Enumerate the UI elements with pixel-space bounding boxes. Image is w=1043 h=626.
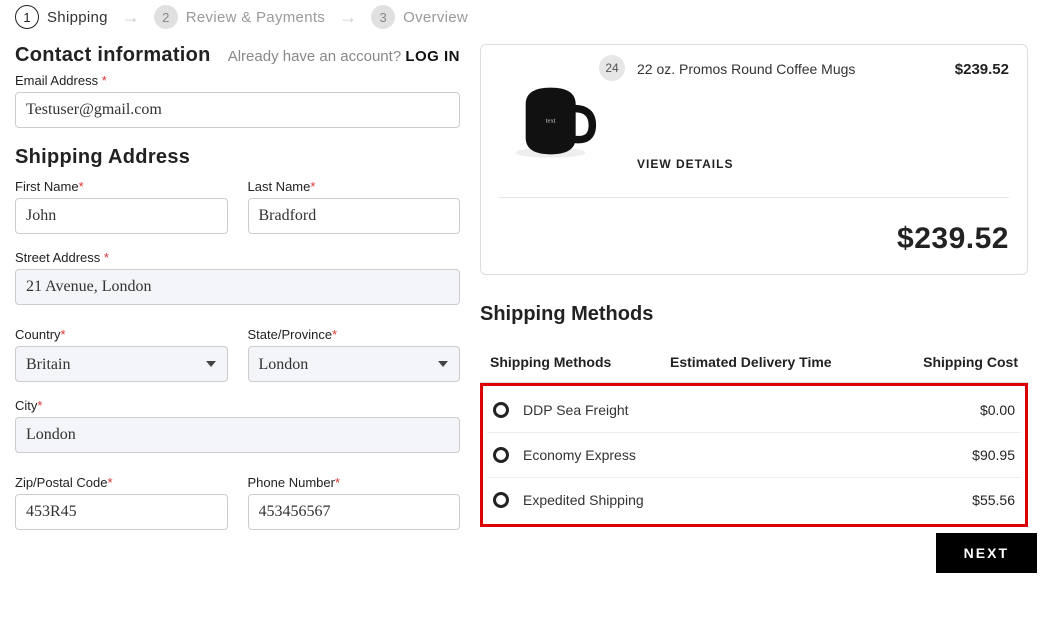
email-field[interactable] <box>15 92 460 128</box>
email-label: Email Address * <box>15 73 460 88</box>
next-button[interactable]: NEXT <box>936 533 1037 573</box>
product-name: 22 oz. Promos Round Coffee Mugs <box>637 61 855 78</box>
step-number: 2 <box>154 5 178 29</box>
shipping-option-cost: $90.95 <box>915 447 1015 463</box>
street-address-field[interactable] <box>15 269 460 305</box>
last-name-label: Last Name* <box>248 179 461 194</box>
first-name-label: First Name* <box>15 179 228 194</box>
step-review-payments[interactable]: 2 Review & Payments <box>154 5 325 29</box>
radio-icon[interactable] <box>493 492 509 508</box>
city-field[interactable] <box>15 417 460 453</box>
shipping-option-name: Expedited Shipping <box>523 492 765 508</box>
shipping-option-row[interactable]: DDP Sea Freight $0.00 <box>487 388 1021 433</box>
arrow-icon: → <box>122 7 140 28</box>
arrow-icon: → <box>339 7 357 28</box>
shipping-option-name: DDP Sea Freight <box>523 402 765 418</box>
step-shipping[interactable]: 1 Shipping <box>15 5 108 29</box>
col-header-method: Shipping Methods <box>490 354 670 370</box>
step-number: 1 <box>15 5 39 29</box>
svg-text:text: text <box>546 118 556 125</box>
shipping-option-row[interactable]: Economy Express $90.95 <box>487 433 1021 478</box>
view-details-link[interactable]: VIEW DETAILS <box>637 157 1009 171</box>
last-name-field[interactable] <box>248 198 461 234</box>
order-summary: 24 text 22 oz. Promos Round Coffee Mugs <box>480 44 1028 275</box>
zip-label: Zip/Postal Code* <box>15 475 228 490</box>
city-label: City* <box>15 398 460 413</box>
first-name-field[interactable] <box>15 198 228 234</box>
country-label: Country* <box>15 327 228 342</box>
state-select[interactable]: London <box>248 346 461 382</box>
col-header-eta: Estimated Delivery Time <box>670 354 888 370</box>
shipping-methods-heading: Shipping Methods <box>480 303 1028 326</box>
mug-icon: text <box>509 76 609 166</box>
radio-icon[interactable] <box>493 447 509 463</box>
shipping-address-heading: Shipping Address <box>15 146 460 169</box>
product-thumbnail: text <box>499 61 619 181</box>
step-overview[interactable]: 3 Overview <box>371 5 468 29</box>
already-account-text: Already have an account? <box>228 48 406 65</box>
shipping-option-row[interactable]: Expedited Shipping $55.56 <box>487 478 1021 522</box>
checkout-stepper: 1 Shipping → 2 Review & Payments → 3 Ove… <box>15 0 1028 44</box>
step-label: Shipping <box>47 9 108 26</box>
shipping-option-name: Economy Express <box>523 447 765 463</box>
phone-label: Phone Number* <box>248 475 461 490</box>
street-address-label: Street Address * <box>15 250 460 265</box>
quantity-badge: 24 <box>599 55 625 81</box>
login-prompt: Already have an account? LOG IN <box>228 48 460 65</box>
login-link[interactable]: LOG IN <box>405 48 460 65</box>
radio-icon[interactable] <box>493 402 509 418</box>
step-number: 3 <box>371 5 395 29</box>
col-header-cost: Shipping Cost <box>888 354 1018 370</box>
zip-field[interactable] <box>15 494 228 530</box>
contact-information-heading: Contact information <box>15 44 211 67</box>
shipping-options-highlight: DDP Sea Freight $0.00 Economy Express $9… <box>480 383 1028 527</box>
shipping-methods-table: Shipping Methods Estimated Delivery Time… <box>480 342 1028 527</box>
phone-field[interactable] <box>248 494 461 530</box>
step-label: Review & Payments <box>186 9 325 26</box>
step-label: Overview <box>403 9 468 26</box>
product-price: $239.52 <box>955 61 1009 78</box>
shipping-option-cost: $55.56 <box>915 492 1015 508</box>
cart-line-item: 24 text 22 oz. Promos Round Coffee Mugs <box>499 61 1009 198</box>
country-select[interactable]: Britain <box>15 346 228 382</box>
grand-total: $239.52 <box>499 222 1009 256</box>
shipping-option-cost: $0.00 <box>915 402 1015 418</box>
state-label: State/Province* <box>248 327 461 342</box>
